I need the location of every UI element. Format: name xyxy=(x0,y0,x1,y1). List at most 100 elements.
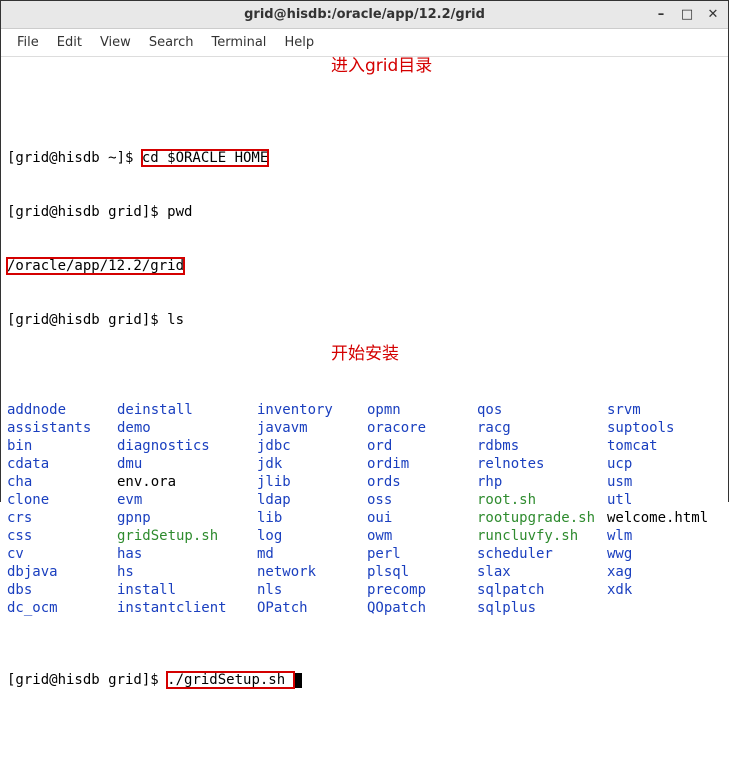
ls-entry: oracore xyxy=(367,419,477,437)
maximize-button[interactable]: □ xyxy=(678,5,696,23)
ls-entry: hs xyxy=(117,563,257,581)
ls-entry: xdk xyxy=(607,581,717,599)
ls-entry: cv xyxy=(7,545,117,563)
prompt-text: [grid@hisdb ~]$ xyxy=(7,150,142,166)
menu-search[interactable]: Search xyxy=(141,33,202,52)
ls-entry: css xyxy=(7,527,117,545)
close-button[interactable]: ✕ xyxy=(704,5,722,23)
ls-entry: demo xyxy=(117,419,257,437)
highlighted-output: /oracle/app/12.2/grid xyxy=(7,258,184,274)
ls-entry: inventory xyxy=(257,401,367,419)
ls-entry: dbs xyxy=(7,581,117,599)
ls-entry: clone xyxy=(7,491,117,509)
ls-entry: lib xyxy=(257,509,367,527)
ls-entry: ord xyxy=(367,437,477,455)
window-controls: – □ ✕ xyxy=(652,5,722,23)
ls-entry: network xyxy=(257,563,367,581)
ls-entry: javavm xyxy=(257,419,367,437)
ls-entry: xag xyxy=(607,563,717,581)
ls-entry: ucp xyxy=(607,455,717,473)
ls-entry: slax xyxy=(477,563,607,581)
menu-terminal[interactable]: Terminal xyxy=(203,33,274,52)
ls-entry: oui xyxy=(367,509,477,527)
annotation-enter-grid: 进入grid目录 xyxy=(331,57,432,75)
ls-entry: perl xyxy=(367,545,477,563)
ls-entry: crs xyxy=(7,509,117,527)
ls-entry: cdata xyxy=(7,455,117,473)
ls-entry: utl xyxy=(607,491,717,509)
window-title: grid@hisdb:/oracle/app/12.2/grid xyxy=(244,7,485,22)
ls-entry: log xyxy=(257,527,367,545)
ls-entry: addnode xyxy=(7,401,117,419)
ls-entry: jdk xyxy=(257,455,367,473)
window-titlebar: grid@hisdb:/oracle/app/12.2/grid – □ ✕ xyxy=(1,1,728,29)
ls-entry: jdbc xyxy=(257,437,367,455)
menu-bar: File Edit View Search Terminal Help xyxy=(1,29,728,57)
ls-entry: rdbms xyxy=(477,437,607,455)
terminal-area[interactable]: 进入grid目录 [grid@hisdb ~]$ cd $ORACLE_HOME… xyxy=(1,57,728,763)
ls-entry: install xyxy=(117,581,257,599)
ls-entry: plsql xyxy=(367,563,477,581)
ls-entry: diagnostics xyxy=(117,437,257,455)
terminal-line: [grid@hisdb grid]$ ls xyxy=(7,311,722,329)
ls-entry: owm xyxy=(367,527,477,545)
terminal-line: [grid@hisdb grid]$ ./gridSetup.sh xyxy=(7,671,722,689)
ls-entry: evm xyxy=(117,491,257,509)
ls-entry: root.sh xyxy=(477,491,607,509)
ls-entry: gridSetup.sh xyxy=(117,527,257,545)
menu-view[interactable]: View xyxy=(92,33,139,52)
highlighted-command: ./gridSetup.sh xyxy=(167,672,293,688)
highlighted-command: cd $ORACLE_HOME xyxy=(142,150,268,166)
ls-entry: racg xyxy=(477,419,607,437)
cursor-icon xyxy=(294,673,302,688)
ls-output: addnodedeinstallinventoryopmnqossrvm assi… xyxy=(7,401,722,617)
command-text: ls xyxy=(167,312,184,328)
ls-entry: usm xyxy=(607,473,717,491)
ls-entry: dbjava xyxy=(7,563,117,581)
terminal-line: /oracle/app/12.2/grid xyxy=(7,257,722,275)
terminal-line: [grid@hisdb grid]$ pwd xyxy=(7,203,722,221)
ls-entry: suptools xyxy=(607,419,717,437)
ls-entry: ldap xyxy=(257,491,367,509)
ls-entry: wlm xyxy=(607,527,717,545)
ls-entry: runcluvfy.sh xyxy=(477,527,607,545)
prompt-text: [grid@hisdb grid]$ xyxy=(7,204,167,220)
menu-edit[interactable]: Edit xyxy=(49,33,90,52)
ls-entry: scheduler xyxy=(477,545,607,563)
minimize-button[interactable]: – xyxy=(652,5,670,23)
ls-entry: sqlplus xyxy=(477,599,607,617)
ls-entry: jlib xyxy=(257,473,367,491)
ls-entry: deinstall xyxy=(117,401,257,419)
terminal-line: [grid@hisdb ~]$ cd $ORACLE_HOME xyxy=(7,149,722,167)
command-text: pwd xyxy=(167,204,192,220)
ls-entry: wwg xyxy=(607,545,717,563)
ls-entry: qos xyxy=(477,401,607,419)
ls-entry: OPatch xyxy=(257,599,367,617)
ls-entry: instantclient xyxy=(117,599,257,617)
ls-entry: env.ora xyxy=(117,473,257,491)
ls-entry: oss xyxy=(367,491,477,509)
ls-entry: nls xyxy=(257,581,367,599)
ls-entry: QOpatch xyxy=(367,599,477,617)
ls-entry: dc_ocm xyxy=(7,599,117,617)
annotation-start-install: 开始安装 xyxy=(331,345,399,363)
ls-entry: rootupgrade.sh xyxy=(477,509,607,527)
ls-entry: ords xyxy=(367,473,477,491)
ls-entry: welcome.html xyxy=(607,509,717,527)
ls-entry: rhp xyxy=(477,473,607,491)
ls-entry xyxy=(607,599,717,617)
ls-entry: md xyxy=(257,545,367,563)
menu-help[interactable]: Help xyxy=(276,33,322,52)
menu-file[interactable]: File xyxy=(9,33,47,52)
ls-entry: tomcat xyxy=(607,437,717,455)
ls-entry: relnotes xyxy=(477,455,607,473)
ls-entry: opmn xyxy=(367,401,477,419)
ls-entry: bin xyxy=(7,437,117,455)
ls-entry: precomp xyxy=(367,581,477,599)
prompt-text: [grid@hisdb grid]$ xyxy=(7,312,167,328)
ls-entry: sqlpatch xyxy=(477,581,607,599)
prompt-text: [grid@hisdb grid]$ xyxy=(7,672,167,688)
ls-entry: srvm xyxy=(607,401,717,419)
ls-entry: gpnp xyxy=(117,509,257,527)
ls-entry: assistants xyxy=(7,419,117,437)
